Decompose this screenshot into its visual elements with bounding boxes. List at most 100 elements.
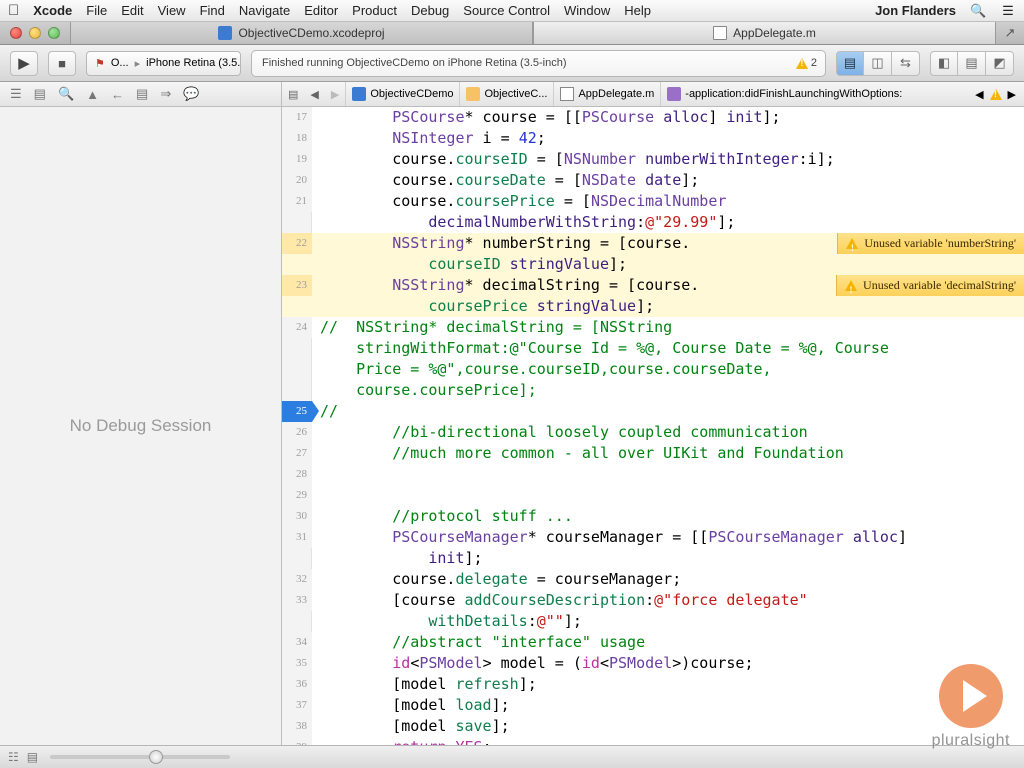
outline-icon[interactable]: ▤ [27, 750, 38, 764]
line-number: 31 [282, 527, 312, 548]
menu-bar:  Xcode File Edit View Find Navigate Edi… [0, 0, 1024, 22]
scheme-target: O... [111, 57, 129, 69]
user-name[interactable]: Jon Flanders [875, 3, 956, 18]
menu-extras-icon[interactable]: ☰ [1000, 3, 1016, 19]
line-number: 32 [282, 569, 312, 590]
line-number: 21 [282, 191, 312, 212]
m-file-icon [713, 26, 727, 40]
zoom-window-button[interactable] [48, 27, 60, 39]
apple-menu[interactable]:  [8, 2, 19, 19]
crumb-project[interactable]: ObjectiveCDemo [345, 82, 459, 106]
xcodeproj-icon [218, 26, 232, 40]
slider-knob[interactable] [149, 750, 163, 764]
scheme-selector[interactable]: ⚑ O... ▸ iPhone Retina (3.5... [86, 51, 241, 76]
threads-icon[interactable]: ☰ [10, 86, 22, 102]
nav-forward-button[interactable]: ▶ [325, 88, 345, 101]
line-number: 36 [282, 674, 312, 695]
line-number: 33 [282, 590, 312, 611]
toggle-debug-area-button[interactable]: ▤ [958, 51, 986, 76]
standard-editor-button[interactable]: ▤ [836, 51, 864, 76]
issues-indicator[interactable]: 2 [796, 57, 817, 69]
stop-button[interactable]: ■ [48, 51, 76, 76]
zoom-slider[interactable] [50, 755, 230, 759]
crumb-group[interactable]: ObjectiveC... [459, 82, 553, 106]
app-menu[interactable]: Xcode [33, 3, 72, 18]
crumb-method[interactable]: -application:didFinishLaunchingWithOptio… [660, 82, 975, 106]
warnings-icon[interactable]: ▲ [86, 87, 99, 102]
toggle-utilities-button[interactable]: ◩ [986, 51, 1014, 76]
menu-window[interactable]: Window [564, 3, 610, 18]
scheme-device: iPhone Retina (3.5... [146, 57, 241, 69]
menu-find[interactable]: Find [200, 3, 225, 18]
activity-viewer: Finished running ObjectiveCDemo on iPhon… [251, 50, 826, 77]
play-icon [939, 664, 1003, 728]
folder-icon [466, 87, 480, 101]
assistant-editor-button[interactable]: ◫ [864, 51, 892, 76]
line-number: 18 [282, 128, 312, 149]
minimize-window-button[interactable] [29, 27, 41, 39]
cpu-icon[interactable]: 🔍 [58, 86, 74, 102]
line-number: 23 [282, 275, 312, 296]
line-number: 24 [282, 317, 312, 338]
menu-editor[interactable]: Editor [304, 3, 338, 18]
watermark: pluralsight [932, 664, 1010, 750]
view-panels-selector: ◧ ▤ ◩ [930, 51, 1014, 76]
source-editor[interactable]: 17 PSCourse* course = [[PSCourse alloc] … [282, 107, 1024, 745]
tab-appdelegate[interactable]: AppDelegate.m [533, 22, 996, 44]
inline-warning[interactable]: Unused variable 'decimalString' [836, 275, 1024, 296]
nav-prev-issue-button[interactable]: ◀ [975, 88, 983, 101]
menu-product[interactable]: Product [352, 3, 397, 18]
toggle-navigator-button[interactable]: ◧ [930, 51, 958, 76]
queues-icon[interactable]: ▤ [34, 86, 46, 102]
warn-count: 2 [811, 57, 817, 69]
back-icon[interactable]: ← [111, 87, 124, 102]
method-icon [667, 87, 681, 101]
warning-icon [990, 89, 1002, 100]
line-number: 28 [282, 464, 312, 485]
close-window-button[interactable] [10, 27, 22, 39]
tab-project[interactable]: ObjectiveCDemo.xcodeproj [70, 22, 533, 44]
line-number: 29 [282, 485, 312, 506]
spotlight-icon[interactable]: 🔍 [970, 3, 986, 19]
line-number: 35 [282, 653, 312, 674]
tab-label: ObjectiveCDemo.xcodeproj [238, 26, 384, 40]
warning-icon [846, 238, 858, 249]
filter-icon[interactable]: ☷ [8, 750, 19, 764]
no-session-label: No Debug Session [70, 416, 212, 436]
menu-view[interactable]: View [158, 3, 186, 18]
line-number: 37 [282, 695, 312, 716]
crumb-file[interactable]: AppDelegate.m [553, 82, 660, 106]
line-number: 19 [282, 149, 312, 170]
line-number: 27 [282, 443, 312, 464]
line-number: 26 [282, 422, 312, 443]
nav-next-issue-button[interactable]: ▶ [1008, 88, 1016, 101]
menu-debug[interactable]: Debug [411, 3, 449, 18]
traffic-lights [0, 22, 70, 44]
inline-warning[interactable]: Unused variable 'numberString' [837, 233, 1024, 254]
line-number: 25 [282, 401, 312, 422]
menu-source-control[interactable]: Source Control [463, 3, 550, 18]
toolbar: ▶ ■ ⚑ O... ▸ iPhone Retina (3.5... Finis… [0, 45, 1024, 82]
line-number: 38 [282, 716, 312, 737]
version-editor-button[interactable]: ⇆ [892, 51, 920, 76]
warning-icon [845, 280, 857, 291]
warning-icon [796, 58, 808, 69]
line-number: 17 [282, 107, 312, 128]
run-button[interactable]: ▶ [10, 51, 38, 76]
editor-mode-selector: ▤ ◫ ⇆ [836, 51, 920, 76]
m-file-icon [560, 87, 574, 101]
menu-file[interactable]: File [86, 3, 107, 18]
breakpoints-icon[interactable]: ▤ [136, 86, 148, 102]
related-items-button[interactable]: ▤ [282, 88, 304, 101]
nav-back-button[interactable]: ◀ [304, 88, 324, 101]
logs-icon[interactable]: 💬 [183, 86, 199, 102]
debug-navigator: No Debug Session [0, 107, 282, 745]
bottom-bar: ☷ ▤ [0, 745, 1024, 768]
line-number: 20 [282, 170, 312, 191]
menu-help[interactable]: Help [624, 3, 651, 18]
menu-navigate[interactable]: Navigate [239, 3, 290, 18]
fullscreen-button[interactable]: ↗ [996, 22, 1024, 44]
debug-navigator-tabs: ☰ ▤ 🔍 ▲ ← ▤ ⇒ 💬 [0, 82, 282, 106]
menu-edit[interactable]: Edit [121, 3, 143, 18]
log-icon[interactable]: ⇒ [160, 86, 171, 102]
